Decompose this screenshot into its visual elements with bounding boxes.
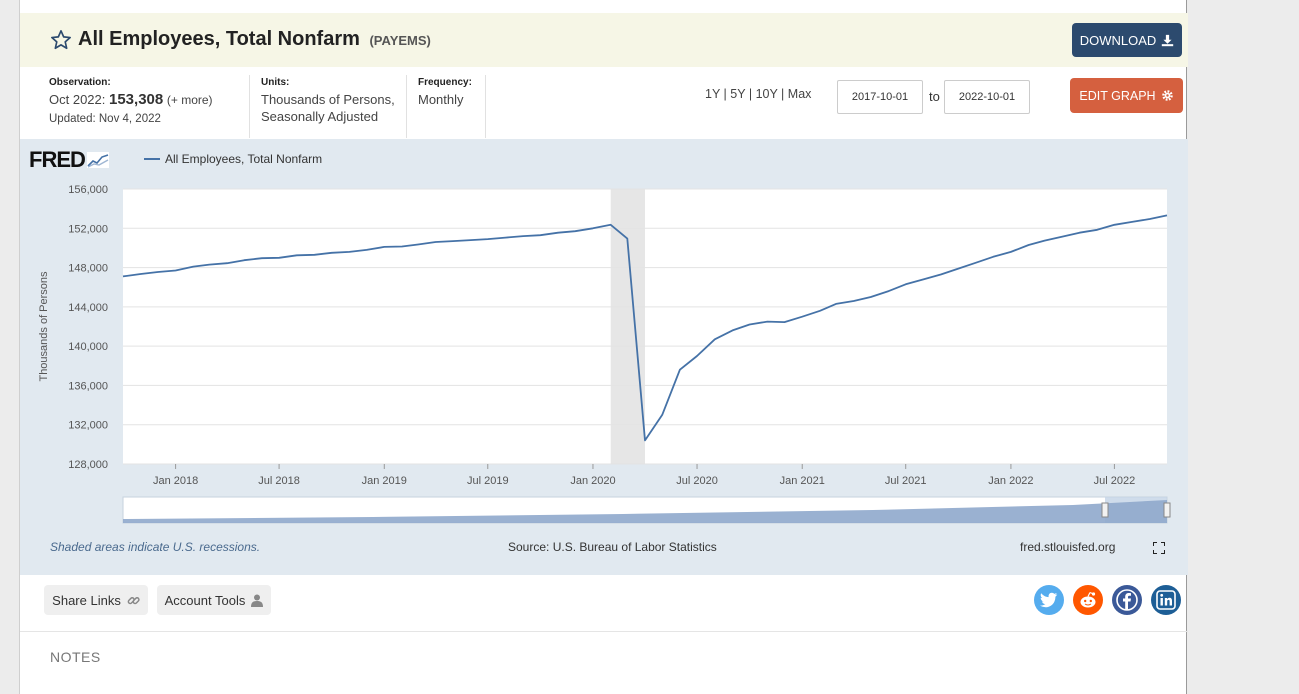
range-selector: 1Y | 5Y | 10Y | Max [705, 87, 812, 101]
fullscreen-icon[interactable] [1153, 542, 1165, 554]
facebook-icon[interactable] [1112, 585, 1142, 615]
x-tick-label: Jul 2021 [885, 475, 927, 487]
download-button[interactable]: DOWNLOAD [1072, 23, 1182, 57]
y-axis-label: Thousands of Persons [38, 271, 50, 382]
source-text: Source: U.S. Bureau of Labor Statistics [508, 540, 717, 554]
end-date-input[interactable]: 2022-10-01 [944, 80, 1030, 114]
divider [249, 75, 250, 138]
star-icon[interactable] [50, 29, 72, 51]
range-max[interactable]: Max [788, 87, 812, 101]
share-bar: Share Links Account Tools [20, 575, 1188, 632]
y-tick-label: 136,000 [68, 380, 108, 392]
units-block: Units: Thousands of Persons, Seasonally … [261, 67, 411, 139]
share-links-button[interactable]: Share Links [44, 585, 148, 615]
navigator-handle-right [1163, 502, 1171, 518]
user-icon [251, 594, 264, 607]
edit-graph-button[interactable]: EDIT GRAPH [1070, 78, 1183, 113]
start-date-input[interactable]: 2017-10-01 [837, 80, 923, 114]
x-tick-label: Jul 2020 [676, 475, 718, 487]
page-title: All Employees, Total Nonfarm (PAYEMS) [78, 28, 431, 51]
download-label: DOWNLOAD [1079, 32, 1157, 48]
x-tick-label: Jan 2018 [153, 475, 198, 487]
y-tick-label: 128,000 [68, 459, 108, 471]
observation-value: 153,308 [109, 91, 164, 108]
link-icon [127, 596, 140, 604]
graph-area: FRED All Employees, Total Nonfarm 128,00… [20, 139, 1188, 575]
x-tick-label: Jan 2020 [570, 475, 615, 487]
download-icon [1162, 34, 1174, 46]
site-link[interactable]: fred.stlouisfed.org [1020, 540, 1115, 554]
x-tick-label: Jan 2019 [362, 475, 407, 487]
series-title: All Employees, Total Nonfarm [78, 28, 360, 50]
divider [485, 75, 486, 138]
x-tick-label: Jul 2018 [258, 475, 300, 487]
observation-more-link[interactable]: (+ more) [167, 93, 213, 107]
y-tick-label: 152,000 [68, 223, 108, 235]
gear-icon [1161, 90, 1173, 101]
linkedin-icon[interactable] [1151, 585, 1181, 615]
account-tools-label: Account Tools [164, 592, 246, 608]
observation-block: Observation: Oct 2022: 153,308 (+ more) … [49, 67, 249, 139]
frequency-label: Frequency: [418, 77, 472, 88]
observation-label: Observation: [49, 77, 111, 88]
title-bar: All Employees, Total Nonfarm (PAYEMS) DO… [20, 13, 1188, 67]
recession-note: Shaded areas indicate U.S. recessions. [50, 540, 261, 554]
line-chart[interactable]: 128,000 132,000 136,000 140,000 144,000 148,0… [20, 139, 1188, 575]
y-tick-label: 144,000 [68, 302, 108, 314]
x-tick-label: Jul 2022 [1094, 475, 1136, 487]
navigator-handle-left [1101, 502, 1109, 518]
frequency-value: Monthly [418, 92, 464, 107]
notes-heading: NOTES [50, 649, 101, 665]
y-tick-label: 148,000 [68, 263, 108, 275]
twitter-icon[interactable] [1034, 585, 1064, 615]
units-line2: Seasonally Adjusted [261, 109, 379, 124]
units-line1: Thousands of Persons, [261, 92, 395, 107]
series-id: (PAYEMS) [369, 33, 431, 48]
account-tools-button[interactable]: Account Tools [157, 585, 271, 615]
to-label: to [929, 89, 940, 104]
units-label: Units: [261, 77, 290, 88]
frequency-block: Frequency: Monthly [418, 67, 498, 139]
updated-date: Updated: Nov 4, 2022 [49, 113, 161, 125]
page: All Employees, Total Nonfarm (PAYEMS) DO… [19, 0, 1188, 694]
y-tick-label: 132,000 [68, 420, 108, 432]
range-5y[interactable]: 5Y [730, 87, 745, 101]
divider [406, 75, 407, 138]
y-tick-label: 156,000 [68, 184, 108, 196]
range-1y[interactable]: 1Y [705, 87, 720, 101]
x-tick-label: Jul 2019 [467, 475, 509, 487]
y-tick-label: 140,000 [68, 341, 108, 353]
edit-graph-label: EDIT GRAPH [1079, 88, 1156, 103]
range-10y[interactable]: 10Y [756, 87, 778, 101]
x-tick-label: Jan 2021 [780, 475, 825, 487]
share-links-label: Share Links [52, 592, 121, 608]
reddit-icon[interactable] [1073, 585, 1103, 615]
observation-date: Oct 2022: [49, 92, 106, 107]
x-tick-label: Jan 2022 [988, 475, 1033, 487]
recession-shade [610, 189, 645, 464]
observation-line: Oct 2022: 153,308 (+ more) [49, 91, 249, 109]
